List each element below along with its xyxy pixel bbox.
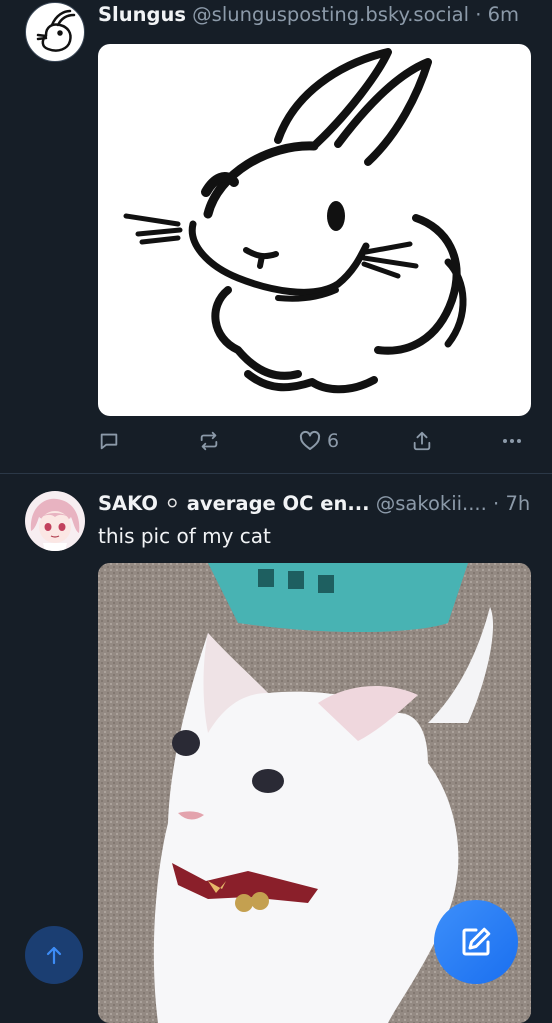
- display-name-rest[interactable]: average OC en...: [187, 492, 370, 515]
- separator-dot: ·: [475, 3, 482, 26]
- post-time[interactable]: 6m: [488, 3, 519, 26]
- heart-icon: [299, 430, 321, 450]
- share-button[interactable]: [411, 426, 433, 456]
- post-actions: 6: [98, 426, 531, 456]
- share-icon: [413, 431, 431, 451]
- display-name[interactable]: SAKO: [98, 492, 158, 515]
- compose-post-button[interactable]: [434, 900, 518, 984]
- handle[interactable]: @sakokii....: [376, 492, 487, 515]
- repost-icon: [200, 431, 218, 451]
- scroll-to-top-button[interactable]: [25, 926, 83, 984]
- post-header: Slungus @slungusposting.bsky.social · 6m: [98, 2, 532, 28]
- repost-button[interactable]: [198, 426, 220, 456]
- post-header: SAKO ⚪ average OC en... @sakokii.... · 7…: [98, 491, 532, 517]
- avatar-sako[interactable]: [25, 491, 85, 551]
- anime-avatar-icon: [30, 498, 80, 551]
- separator-dot: ·: [493, 492, 500, 515]
- post-slungus[interactable]: Slungus @slungusposting.bsky.social · 6m: [0, 0, 552, 472]
- bunny-avatar-icon: [36, 9, 76, 52]
- post-time[interactable]: 7h: [505, 492, 530, 515]
- avatar-slungus[interactable]: [25, 2, 85, 62]
- like-button[interactable]: 6: [298, 426, 339, 456]
- post-image[interactable]: [98, 44, 531, 416]
- post-text: this pic of my cat: [98, 524, 271, 548]
- reply-icon: [100, 433, 118, 450]
- white-circle-badge-icon: ⚪: [164, 492, 181, 515]
- more-options-button[interactable]: [500, 426, 524, 456]
- like-count: 6: [327, 430, 340, 452]
- display-name[interactable]: Slungus: [98, 3, 186, 26]
- reply-button[interactable]: [98, 426, 120, 456]
- compose-icon: [462, 927, 491, 956]
- arrow-up-icon: [46, 946, 62, 965]
- more-icon: [503, 439, 521, 443]
- handle[interactable]: @slungusposting.bsky.social: [192, 3, 469, 26]
- bunny-drawing-icon: [123, 48, 467, 394]
